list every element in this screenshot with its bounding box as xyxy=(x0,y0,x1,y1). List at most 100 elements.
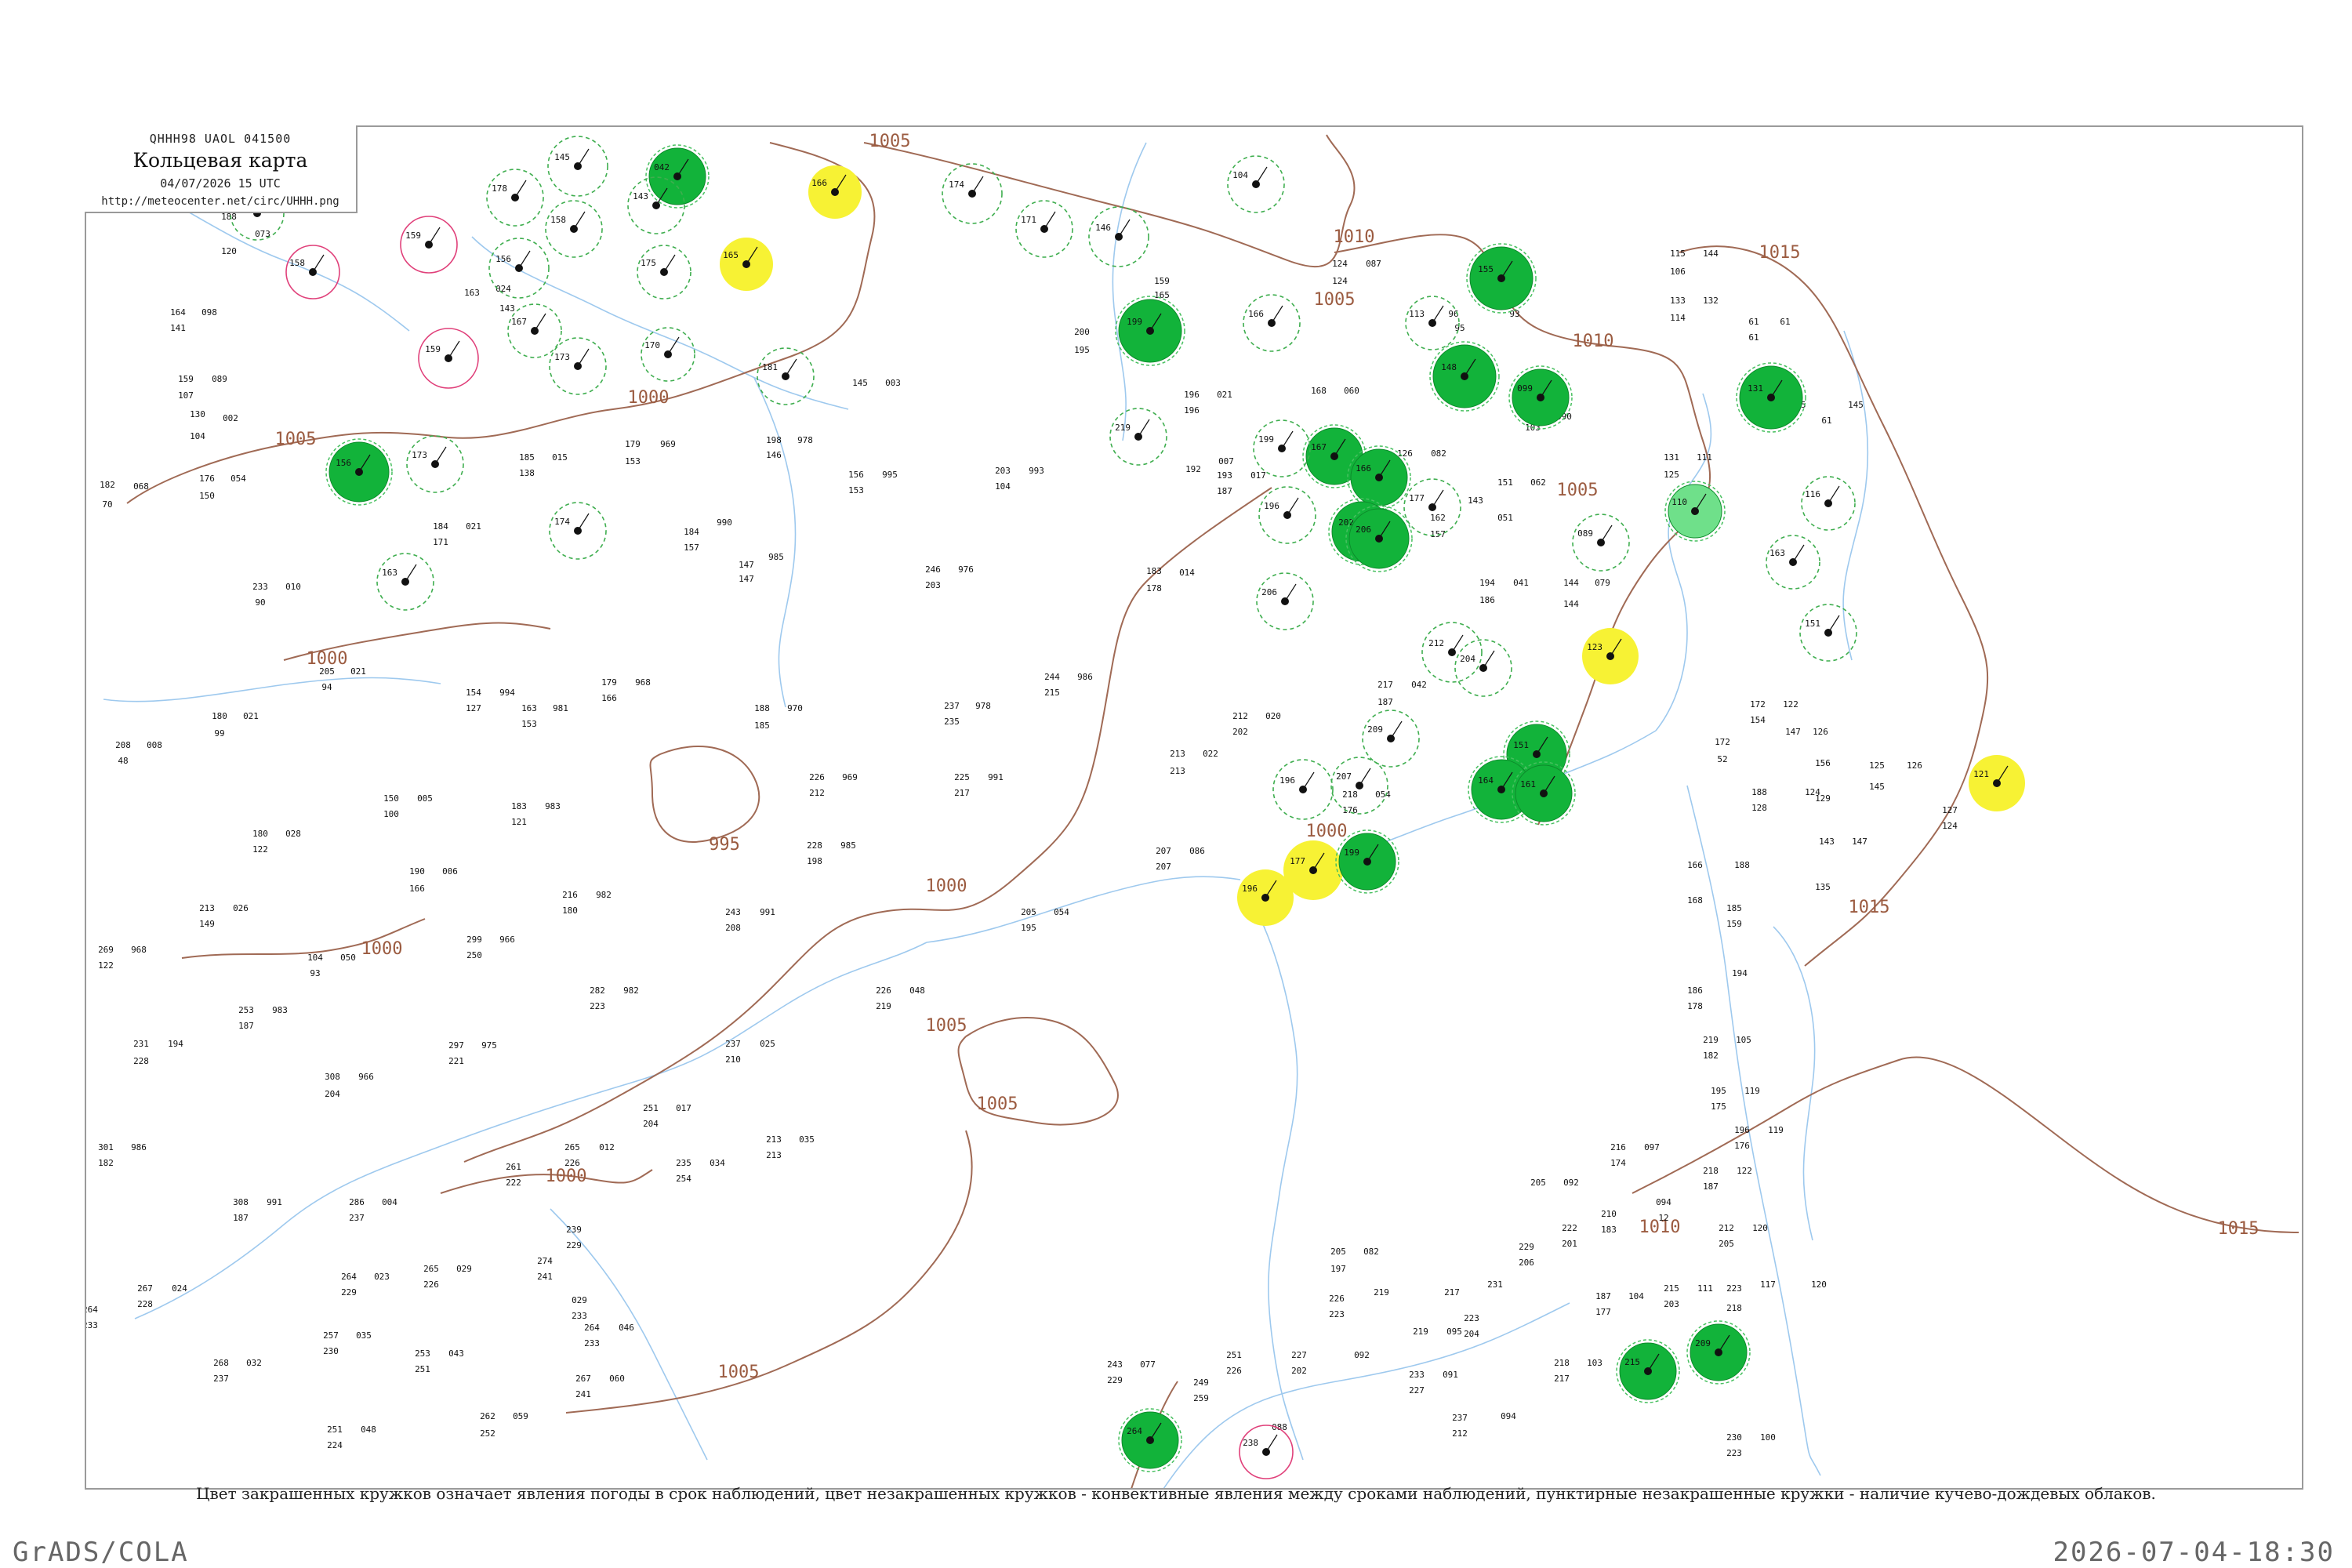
station-marker-rain[interactable]: 199 xyxy=(1115,296,1185,366)
station-marker-rain[interactable]: 206 xyxy=(1345,505,1413,572)
station-temperature: 166 xyxy=(1356,463,1371,474)
station-marker-rain[interactable]: 161 xyxy=(1512,761,1576,826)
station-marker-cb[interactable]: 173 xyxy=(549,337,607,395)
wind-barb xyxy=(405,564,417,583)
station-marker-haze[interactable]: 121 xyxy=(1969,755,2025,811)
station-marker-cb[interactable]: 170 xyxy=(641,327,695,382)
station-value: 207 xyxy=(1156,846,1171,856)
station-marker-cb[interactable]: 151 xyxy=(1799,604,1857,662)
station-value: 187 xyxy=(1217,486,1232,496)
station-marker-cb[interactable]: 207 xyxy=(1330,757,1388,815)
station-marker-rain[interactable]: 209 xyxy=(1686,1320,1751,1385)
station-marker-cb[interactable]: 196 xyxy=(1258,486,1316,544)
station-value: 217 xyxy=(1554,1374,1570,1384)
station-value: 117 xyxy=(1760,1279,1776,1290)
station-marker-cb[interactable]: 173 xyxy=(406,435,464,493)
station-value: 976 xyxy=(958,564,974,575)
station-marker-haze[interactable]: 177 xyxy=(1283,840,1343,900)
station-value: 138 xyxy=(519,468,535,478)
station-marker-rain[interactable]: 155 xyxy=(1466,243,1537,314)
station-marker-thunder[interactable]: 158 xyxy=(285,245,340,299)
station-value: 032 xyxy=(246,1358,262,1368)
station-value: 107 xyxy=(178,390,194,401)
station-value: 153 xyxy=(625,456,641,466)
station-value: 223 xyxy=(1726,1448,1742,1458)
station-marker-thunder[interactable]: 159 xyxy=(400,216,458,274)
station-marker-cb[interactable]: 163 xyxy=(1766,535,1820,590)
station-value: 229 xyxy=(341,1287,357,1298)
station-value: 050 xyxy=(340,953,356,963)
station-marker-cb[interactable]: 166 xyxy=(1243,294,1301,352)
station-marker-haze[interactable]: 166 xyxy=(808,165,862,219)
station-value: 222 xyxy=(506,1178,521,1188)
station-marker-cb[interactable]: 196 xyxy=(1272,759,1334,820)
station-marker-haze[interactable]: 165 xyxy=(720,238,773,291)
station-marker-cb[interactable]: 219 xyxy=(1109,408,1167,466)
station-marker-cb[interactable]: 163 xyxy=(376,553,434,611)
station-marker-thunder[interactable]: 159 xyxy=(418,328,479,389)
station-value: 176 xyxy=(199,474,215,484)
station-marker-cb[interactable]: 175 xyxy=(637,245,691,299)
station-value: 246 xyxy=(925,564,941,575)
station-marker-cb[interactable]: 116 xyxy=(1801,476,1856,531)
station-value: 168 xyxy=(1687,895,1703,906)
station-marker-cb[interactable]: 104 xyxy=(1227,155,1285,213)
station-marker-rain[interactable]: 199 xyxy=(1335,829,1399,894)
map-url[interactable]: http://meteocenter.net/circ/UHHH.png xyxy=(85,195,356,208)
station-marker-cb[interactable]: 167 xyxy=(507,303,562,358)
station-marker-rain[interactable]: 156 xyxy=(325,438,393,506)
station-value: 186 xyxy=(1479,595,1495,605)
station-marker-cb[interactable]: 181 xyxy=(757,347,815,405)
station-marker-thunder[interactable]: 238 xyxy=(1239,1425,1294,1479)
station-marker-cb[interactable]: 089 xyxy=(1572,514,1630,572)
station-marker-cb[interactable]: 209 xyxy=(1362,710,1420,768)
station-marker-cb[interactable]: 171 xyxy=(1015,200,1073,258)
station-marker-cb[interactable]: 199 xyxy=(1253,419,1311,477)
station-marker-cb[interactable]: 204 xyxy=(1454,639,1512,697)
station-value: 985 xyxy=(840,840,856,851)
station-marker-cb[interactable]: 174 xyxy=(942,163,1003,224)
station-value: 024 xyxy=(172,1283,187,1294)
station-marker-cb[interactable]: 177 xyxy=(1403,478,1461,536)
station-value: 043 xyxy=(448,1348,464,1359)
station-marker-cb[interactable]: 158 xyxy=(545,200,603,258)
station-value: 150 xyxy=(383,793,399,804)
station-value: 042 xyxy=(1411,680,1427,690)
station-marker-cb[interactable]: 145 xyxy=(547,136,608,197)
station-temperature: 166 xyxy=(1248,309,1264,319)
station-value: 308 xyxy=(233,1197,249,1207)
station-marker-haze[interactable]: 123 xyxy=(1582,628,1639,684)
station-value: 231 xyxy=(1487,1279,1503,1290)
wind-barb xyxy=(534,313,546,332)
station-marker-rain[interactable]: 148 xyxy=(1429,341,1500,412)
station-marker-rain[interactable]: 131 xyxy=(1736,362,1806,433)
station-marker-cb[interactable]: 146 xyxy=(1088,206,1149,267)
isobar-label: 1005 xyxy=(869,132,911,151)
station-marker-lightrain[interactable]: 110 xyxy=(1664,481,1726,542)
station-value: 165 xyxy=(1154,290,1170,300)
station-value: 188 xyxy=(1734,860,1750,870)
station-marker-cb[interactable]: 206 xyxy=(1256,572,1314,630)
station-value: 177 xyxy=(1595,1307,1611,1317)
station-marker-cb[interactable]: 174 xyxy=(549,502,607,560)
station-value: 184 xyxy=(684,527,699,537)
station-value: 163 xyxy=(464,288,480,298)
station-value: 187 xyxy=(1595,1291,1611,1301)
station-marker-cb[interactable]: 113 xyxy=(1405,296,1460,350)
station-temperature: 196 xyxy=(1264,501,1279,511)
station-marker-cb[interactable]: 178 xyxy=(486,169,544,227)
station-value: 259 xyxy=(1193,1393,1209,1403)
isobar-line xyxy=(863,134,1356,267)
station-marker-rain[interactable]: 099 xyxy=(1508,365,1573,430)
station-value: 249 xyxy=(1193,1377,1209,1388)
station-value: 094 xyxy=(1501,1411,1516,1421)
station-value: 153 xyxy=(521,719,537,729)
station-temperature: 151 xyxy=(1513,740,1529,750)
station-marker-rain[interactable]: 215 xyxy=(1616,1339,1680,1403)
station-marker-cb[interactable]: 212 xyxy=(1421,622,1483,683)
station-value: 253 xyxy=(238,1005,254,1015)
station-marker-rain[interactable]: 042 xyxy=(645,144,710,209)
station-value: 233 xyxy=(1409,1370,1425,1380)
station-value: 062 xyxy=(1530,477,1546,488)
station-marker-rain[interactable]: 264 xyxy=(1118,1408,1182,1472)
